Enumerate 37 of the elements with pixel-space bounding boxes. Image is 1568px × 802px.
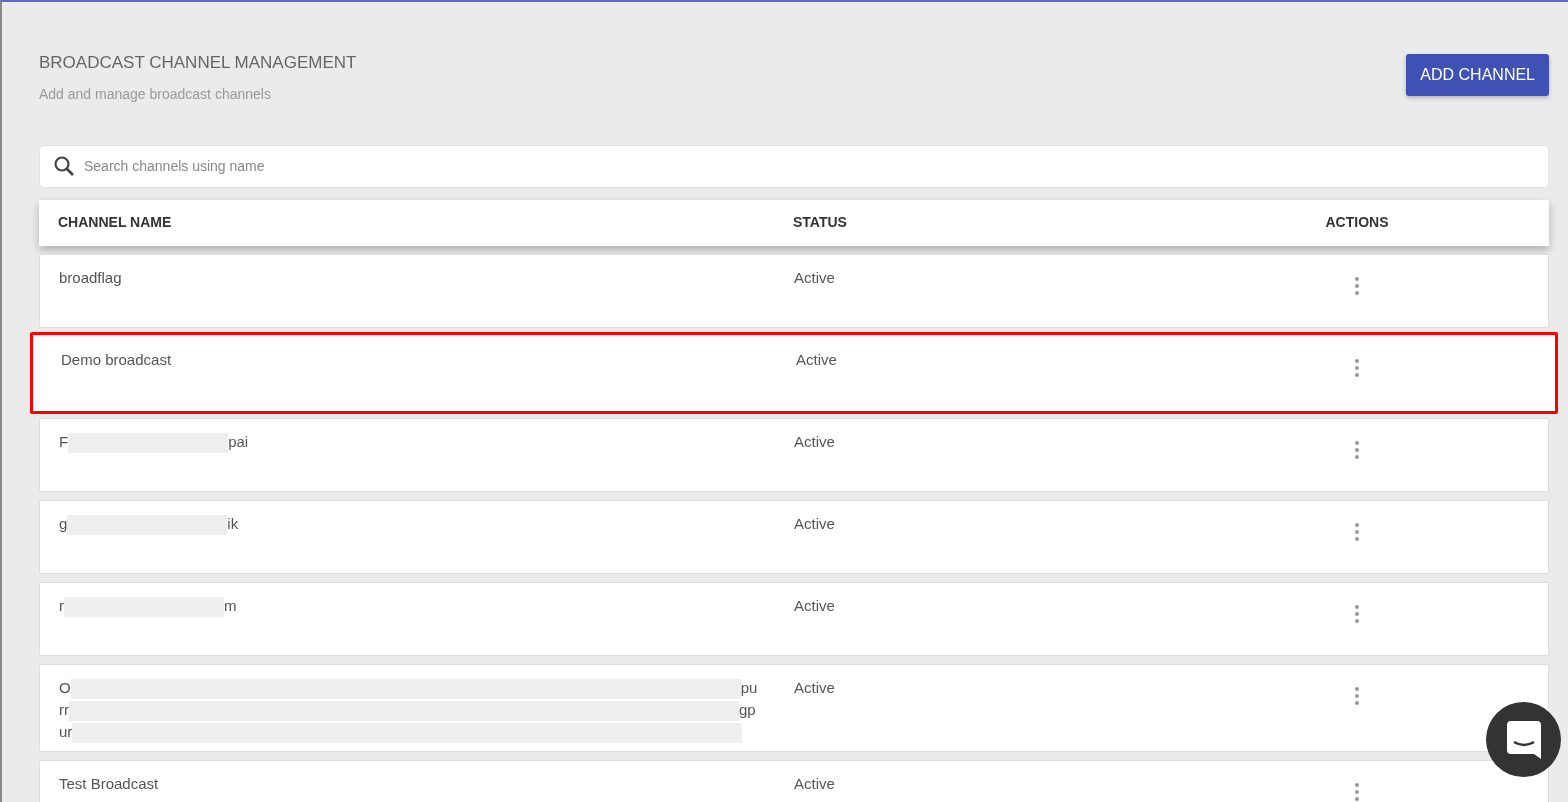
status-text: Active: [794, 268, 835, 286]
table-row[interactable]: Demo broadcast Active: [30, 331, 1558, 414]
table-row[interactable]: Test Broadcast Active: [39, 759, 1549, 802]
status-text: Active: [794, 678, 835, 696]
channel-name: m: [224, 596, 237, 614]
table-row[interactable]: O pu rr gp ur Active: [39, 663, 1549, 752]
table-row[interactable]: F pai Active: [39, 417, 1549, 492]
table-row[interactable]: g ik Active: [39, 499, 1549, 574]
table-row[interactable]: r m Active: [39, 581, 1549, 656]
chat-icon: [1505, 719, 1542, 760]
column-header: CHANNEL NAME: [58, 214, 172, 230]
channel-name: broadflag: [59, 268, 122, 286]
channel-name: r: [59, 596, 64, 614]
channel-name: pu: [740, 678, 758, 696]
status-text: Active: [796, 350, 837, 368]
table-row[interactable]: broadflag Active: [39, 253, 1549, 328]
add-channel-button[interactable]: ADD CHANNEL: [1406, 54, 1549, 96]
channel-name: rr: [59, 700, 69, 718]
status-text: Active: [794, 774, 835, 792]
channel-name: O: [59, 678, 71, 696]
channel-name: g: [59, 514, 68, 532]
search-icon: [53, 154, 75, 177]
page-title: BROADCAST CHANNEL MANAGEMENT: [39, 52, 357, 74]
column-header: STATUS: [793, 214, 847, 230]
channel-name: ur: [59, 722, 73, 740]
page-subtitle: Add and manage broadcast channels: [39, 84, 272, 104]
status-text: Active: [794, 514, 835, 532]
column-header: ACTIONS: [1325, 213, 1389, 232]
status-text: Active: [794, 596, 835, 614]
channel-name: Test Broadcast: [59, 774, 159, 792]
status-text: Active: [794, 432, 835, 450]
channel-name: F: [59, 432, 69, 450]
channel-name: pai: [228, 432, 249, 450]
channel-name: gp: [739, 700, 756, 718]
channel-name: ik: [227, 514, 239, 532]
channel-name: Demo broadcast: [61, 350, 172, 368]
search-field[interactable]: Search channels using name: [39, 144, 1549, 188]
